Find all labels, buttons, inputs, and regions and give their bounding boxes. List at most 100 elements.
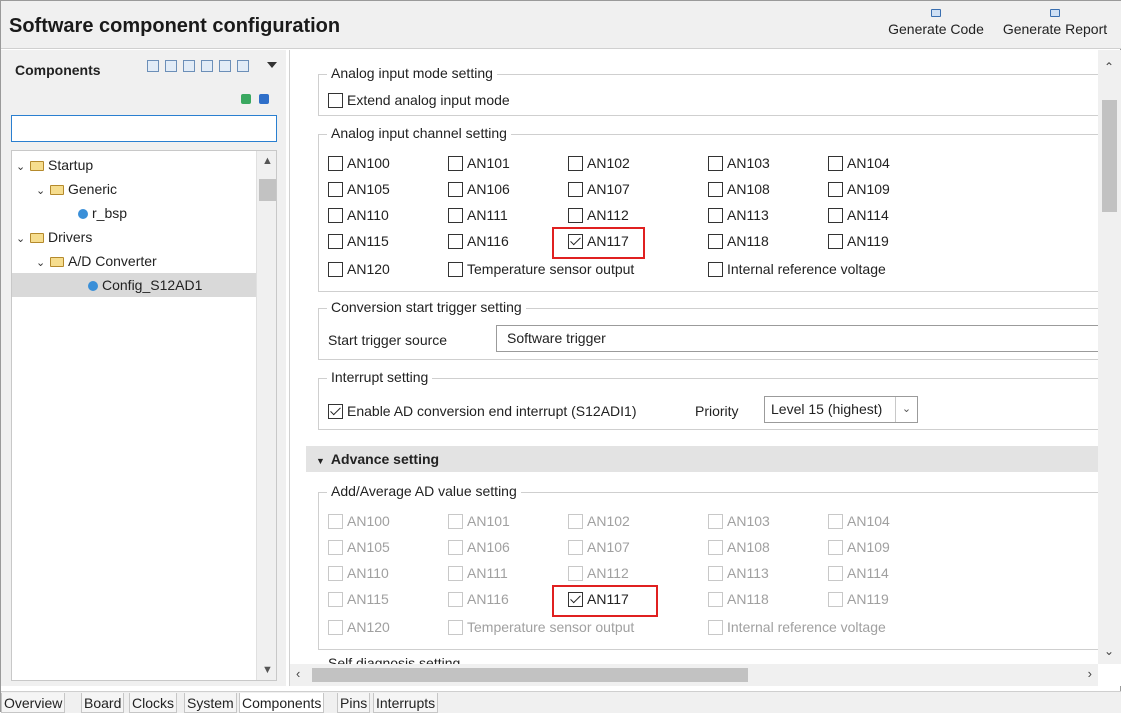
priority-select[interactable]: Level 15 (highest) ⌄ — [764, 396, 918, 423]
checkbox-box[interactable] — [828, 156, 843, 171]
checkbox-box[interactable] — [828, 182, 843, 197]
checkbox-box[interactable] — [568, 156, 583, 171]
tree-item-config-s12ad1[interactable]: Config_S12AD1 — [12, 273, 256, 297]
scroll-down-icon[interactable]: ⌄ — [1104, 644, 1114, 658]
tab-clocks[interactable]: Clocks — [129, 693, 178, 713]
checkbox-box[interactable] — [328, 404, 343, 419]
checkbox-box[interactable] — [708, 208, 723, 223]
checkbox-an107[interactable]: AN107 — [568, 178, 630, 200]
expand-category-icon[interactable] — [165, 60, 177, 72]
add-component-icon[interactable] — [241, 94, 251, 104]
checkbox-an105[interactable]: AN105 — [328, 178, 390, 200]
tree-item-r-bsp[interactable]: r_bsp — [78, 201, 127, 225]
checkbox-box[interactable] — [448, 182, 463, 197]
config-vertical-thumb[interactable] — [1102, 100, 1117, 212]
checkbox-box[interactable] — [328, 182, 343, 197]
tree-scrollbar-thumb[interactable] — [259, 179, 276, 201]
checkbox-box[interactable] — [328, 234, 343, 249]
expand-all-icon[interactable] — [219, 60, 231, 72]
checkbox-an103[interactable]: AN103 — [708, 152, 770, 174]
checkbox-internal-reference[interactable]: Internal reference voltage — [708, 258, 886, 280]
checkbox-an108[interactable]: AN108 — [708, 178, 770, 200]
tree-scrollbar[interactable]: ▲ ▼ — [256, 151, 276, 680]
checkbox-an114[interactable]: AN114 — [828, 204, 889, 226]
generate-report-button[interactable]: Generate Report — [993, 3, 1117, 47]
tab-overview[interactable]: Overview — [1, 693, 66, 713]
checkbox-an120[interactable]: AN120 — [328, 258, 390, 280]
chevron-down-icon[interactable]: ⌄ — [36, 179, 50, 203]
checkbox-an118[interactable]: AN118 — [708, 230, 769, 252]
checkbox-box[interactable] — [448, 156, 463, 171]
tree-item-ad-converter[interactable]: ⌄ A/D Converter — [36, 249, 157, 273]
checkbox-label: AN118 — [727, 591, 769, 607]
checkbox-box[interactable] — [448, 208, 463, 223]
checkbox-an116[interactable]: AN116 — [448, 230, 509, 252]
component-search-input[interactable] — [12, 116, 276, 141]
generate-code-button[interactable]: Generate Code — [883, 3, 989, 47]
checkbox-an110[interactable]: AN110 — [328, 204, 389, 226]
tree-item-startup[interactable]: ⌄ Startup — [16, 153, 254, 177]
tab-board[interactable]: Board — [81, 693, 125, 713]
tab-interrupts[interactable]: Interrupts — [373, 693, 439, 713]
checkbox-box — [328, 514, 343, 529]
checkbox-an113[interactable]: AN113 — [708, 204, 769, 226]
tree-item-generic[interactable]: ⌄ Generic — [36, 177, 117, 201]
checkbox-an119[interactable]: AN119 — [828, 230, 889, 252]
adv-checkbox-an114: AN114 — [828, 562, 889, 584]
checkbox-an111[interactable]: AN111 — [448, 204, 508, 226]
scroll-up-icon[interactable]: ▲ — [262, 155, 273, 167]
collapse-category-icon[interactable] — [147, 60, 159, 72]
checkbox-an109[interactable]: AN109 — [828, 178, 890, 200]
checkbox-an102[interactable]: AN102 — [568, 152, 630, 174]
checkbox-an106[interactable]: AN106 — [448, 178, 510, 200]
tab-system[interactable]: System — [184, 693, 237, 713]
checkbox-box[interactable] — [448, 262, 463, 277]
checkbox-box[interactable] — [568, 182, 583, 197]
checkbox-label: AN116 — [467, 233, 509, 249]
chevron-down-icon[interactable]: ⌄ — [16, 155, 30, 179]
checkbox-an100[interactable]: AN100 — [328, 152, 390, 174]
view-menu-icon[interactable] — [267, 62, 277, 68]
extend-analog-input-checkbox[interactable]: Extend analog input mode — [328, 89, 510, 111]
start-trigger-field[interactable]: Software trigger — [496, 325, 1102, 352]
checkbox-box[interactable] — [828, 208, 843, 223]
scroll-left-icon[interactable]: ‹ — [296, 666, 300, 681]
checkbox-an104[interactable]: AN104 — [828, 152, 890, 174]
tab-components[interactable]: Components — [239, 693, 325, 713]
enable-interrupt-checkbox[interactable]: Enable AD conversion end interrupt (S12A… — [328, 400, 637, 422]
config-horizontal-scrollbar[interactable]: ‹ › — [290, 664, 1098, 686]
chevron-down-icon[interactable]: ⌄ — [16, 227, 30, 251]
config-vertical-scrollbar[interactable]: ⌃ ⌄ — [1098, 50, 1121, 664]
checkbox-box[interactable] — [328, 156, 343, 171]
checkbox-an112[interactable]: AN112 — [568, 204, 629, 226]
tab-pins[interactable]: Pins — [337, 693, 371, 713]
config-horizontal-thumb[interactable] — [312, 668, 748, 682]
checkbox-box[interactable] — [708, 182, 723, 197]
checkbox-an101[interactable]: AN101 — [448, 152, 510, 174]
checkbox-box[interactable] — [708, 262, 723, 277]
link-icon[interactable] — [237, 60, 249, 72]
checkbox-box[interactable] — [708, 156, 723, 171]
scroll-right-icon[interactable]: › — [1088, 666, 1092, 681]
component-search[interactable] — [11, 115, 277, 142]
checkbox-box[interactable] — [828, 234, 843, 249]
checkbox-box[interactable] — [708, 234, 723, 249]
sort-icon[interactable] — [183, 60, 195, 72]
checkbox-box[interactable] — [568, 208, 583, 223]
checkbox-box[interactable] — [448, 234, 463, 249]
scroll-down-icon[interactable]: ▼ — [262, 664, 273, 676]
collapse-all-icon[interactable] — [201, 60, 213, 72]
analog-input-mode-legend: Analog input mode setting — [327, 65, 497, 81]
checkbox-temperature-sensor[interactable]: Temperature sensor output — [448, 258, 634, 280]
checkbox-an115[interactable]: AN115 — [328, 230, 389, 252]
tree-item-drivers[interactable]: ⌄ Drivers — [16, 225, 92, 249]
remove-component-icon[interactable] — [259, 94, 269, 104]
chevron-down-icon[interactable]: ⌄ — [895, 397, 917, 422]
collapse-triangle-icon[interactable]: ▼ — [316, 456, 325, 466]
scroll-up-icon[interactable]: ⌃ — [1104, 60, 1114, 74]
checkbox-box[interactable] — [328, 262, 343, 277]
checkbox-box[interactable] — [328, 93, 343, 108]
chevron-down-icon[interactable]: ⌄ — [36, 251, 50, 275]
checkbox-box[interactable] — [328, 208, 343, 223]
advance-setting-header[interactable]: ▼ Advance setting — [306, 446, 1098, 472]
